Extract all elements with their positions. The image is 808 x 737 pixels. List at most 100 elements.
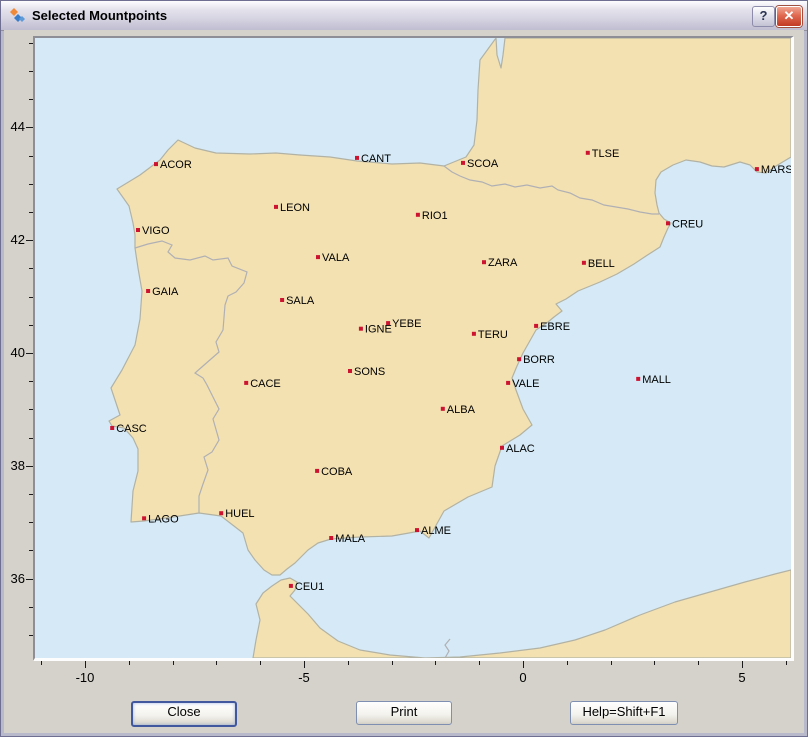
mountpoint-label-VALA: VALA <box>322 252 350 264</box>
window-title: Selected Mountpoints <box>32 1 167 30</box>
print-button[interactable]: Print <box>356 701 452 725</box>
y-tick-41 <box>29 297 33 298</box>
x-tick-2 <box>611 661 612 665</box>
y-tick-label-44: 44 <box>0 119 25 134</box>
mountpoint-marker-GAIA <box>146 289 150 293</box>
mountpoint-label-BELL: BELL <box>588 258 615 270</box>
x-tick--5 <box>304 661 305 668</box>
x-tick-5 <box>742 661 743 668</box>
mountpoint-label-ALAC: ALAC <box>506 443 535 455</box>
y-tick-36 <box>26 579 33 580</box>
mountpoint-label-CACE: CACE <box>250 378 281 390</box>
mountpoint-label-YEBE: YEBE <box>392 318 421 330</box>
mountpoint-marker-CACE <box>244 381 248 385</box>
x-tick--7 <box>216 661 217 665</box>
mountpoint-marker-MALL <box>636 377 640 381</box>
y-tick-43.5 <box>29 156 33 157</box>
y-tick-35.5 <box>29 607 33 608</box>
mountpoint-label-HUEL: HUEL <box>225 508 254 520</box>
y-tick-40 <box>26 353 33 354</box>
y-tick-label-38: 38 <box>0 458 25 473</box>
y-tick-38 <box>26 466 33 467</box>
x-tick-3 <box>654 661 655 665</box>
mountpoint-marker-VALA <box>316 255 320 259</box>
mountpoint-marker-ALAC <box>500 446 504 450</box>
mountpoint-label-MALL: MALL <box>642 374 671 386</box>
mountpoint-label-LEON: LEON <box>280 202 310 214</box>
x-tick--11 <box>41 661 42 665</box>
x-tick--4 <box>348 661 349 665</box>
mountpoint-label-SONS: SONS <box>354 366 385 378</box>
mountpoint-marker-IGNE <box>359 327 363 331</box>
y-tick-44 <box>26 127 33 128</box>
mountpoint-label-ACOR: ACOR <box>160 159 192 171</box>
selected-mountpoints-window: Selected Mountpoints ? ✕ ACOR CANT SCOA TLS… <box>0 0 808 737</box>
x-tick--9 <box>129 661 130 665</box>
mountpoint-label-ZARA: ZARA <box>488 257 518 269</box>
y-tick-37 <box>29 522 33 523</box>
x-tick-label--5: -5 <box>282 670 326 685</box>
mountpoint-label-BORR: BORR <box>523 354 555 366</box>
mountpoint-label-MALA: MALA <box>335 533 366 545</box>
mountpoint-marker-ZARA <box>482 260 486 264</box>
titlebar-close-icon[interactable]: ✕ <box>776 6 802 27</box>
map-panel: ACORCANTSCOATLSEMARSVIGOLEONRIO1CREUVALA… <box>33 36 794 661</box>
y-tick-37.5 <box>29 494 33 495</box>
titlebar-help-button[interactable]: ? <box>752 6 775 27</box>
y-tick-label-42: 42 <box>0 232 25 247</box>
mountpoint-marker-LEON <box>274 205 278 209</box>
x-tick-0 <box>523 661 524 668</box>
mountpoint-marker-LAGO <box>142 516 146 520</box>
mountpoint-marker-RIO1 <box>416 213 420 217</box>
mountpoint-marker-SALA <box>280 298 284 302</box>
mountpoint-marker-TERU <box>472 332 476 336</box>
close-button[interactable]: Close <box>131 701 237 727</box>
mountpoint-label-TERU: TERU <box>478 329 508 341</box>
y-tick-41.5 <box>29 268 33 269</box>
mountpoint-label-CASC: CASC <box>116 423 147 435</box>
mountpoint-marker-CREU <box>666 221 670 225</box>
mountpoint-label-LAGO: LAGO <box>148 513 179 525</box>
mountpoint-label-TLSE: TLSE <box>592 148 620 160</box>
x-tick-label-0: 0 <box>501 670 545 685</box>
y-tick-45 <box>29 71 33 72</box>
mountpoint-label-SALA: SALA <box>286 295 315 307</box>
mountpoint-marker-VIGO <box>136 228 140 232</box>
mountpoint-label-IGNE: IGNE <box>365 324 392 336</box>
y-tick-label-36: 36 <box>0 571 25 586</box>
mountpoint-label-SCOA: SCOA <box>467 158 499 170</box>
mountpoint-label-VIGO: VIGO <box>142 225 170 237</box>
y-tick-39.5 <box>29 381 33 382</box>
x-tick--3 <box>392 661 393 665</box>
y-tick-42.5 <box>29 212 33 213</box>
mountpoint-label-RIO1: RIO1 <box>422 210 448 222</box>
x-tick--10 <box>85 661 86 668</box>
x-tick--6 <box>260 661 261 665</box>
x-tick-1 <box>567 661 568 665</box>
mountpoint-marker-EBRE <box>534 324 538 328</box>
mountpoint-marker-TLSE <box>586 151 590 155</box>
mountpoint-label-ALBA: ALBA <box>447 404 476 416</box>
mountpoint-marker-CEU1 <box>289 584 293 588</box>
y-tick-36.5 <box>29 550 33 551</box>
mountpoint-label-CEU1: CEU1 <box>295 581 324 593</box>
y-tick-43 <box>29 184 33 185</box>
mountpoint-label-EBRE: EBRE <box>540 321 570 333</box>
mountpoint-label-GAIA: GAIA <box>152 286 179 298</box>
help-button[interactable]: Help=Shift+F1 <box>570 701 678 725</box>
mountpoint-marker-VALE <box>506 381 510 385</box>
y-tick-35 <box>29 635 33 636</box>
x-tick--2 <box>435 661 436 665</box>
x-tick--8 <box>173 661 174 665</box>
y-tick-38.5 <box>29 438 33 439</box>
y-tick-label-40: 40 <box>0 345 25 360</box>
mountpoint-marker-SCOA <box>461 161 465 165</box>
mountpoint-marker-SONS <box>348 369 352 373</box>
app-icon <box>9 8 25 24</box>
mountpoint-label-CANT: CANT <box>361 153 391 165</box>
mountpoint-label-CREU: CREU <box>672 218 703 230</box>
y-tick-45.5 <box>29 43 33 44</box>
mountpoint-marker-BELL <box>582 261 586 265</box>
y-tick-42 <box>26 240 33 241</box>
y-tick-44.5 <box>29 99 33 100</box>
